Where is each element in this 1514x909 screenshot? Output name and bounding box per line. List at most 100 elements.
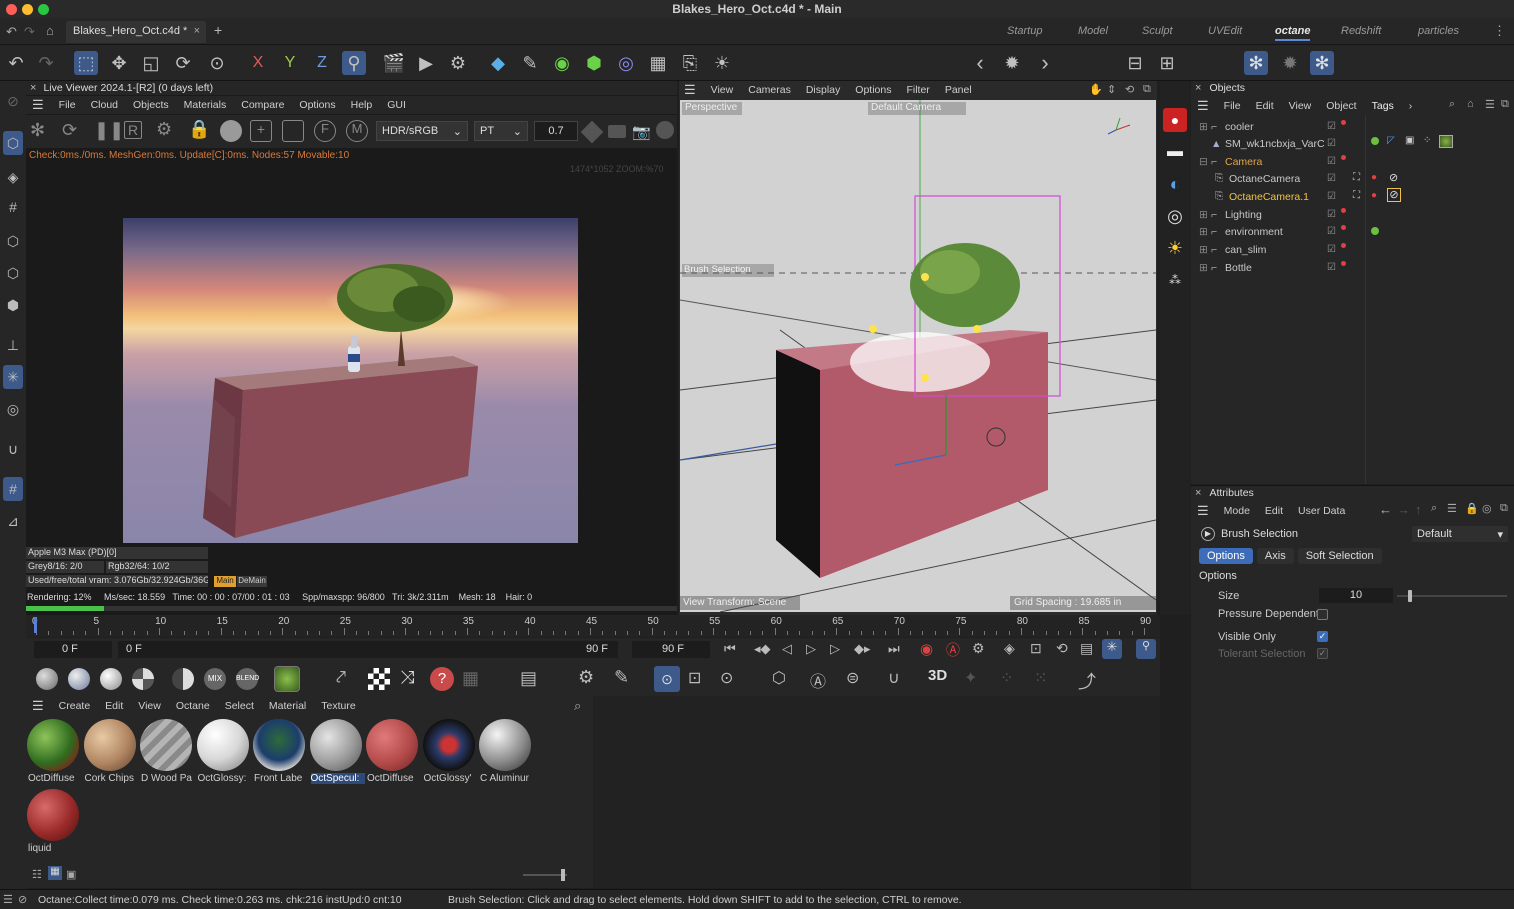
- back-arrow-icon[interactable]: ←: [1379, 502, 1392, 517]
- guide-icon[interactable]: ⊿: [3, 509, 23, 533]
- snap-midpoint-icon[interactable]: ⁙: [1034, 668, 1047, 688]
- obj-menu-tags[interactable]: Tags: [1372, 100, 1394, 112]
- undo-history-icon[interactable]: ↶: [6, 24, 17, 40]
- render-view-icon[interactable]: ▶: [414, 51, 438, 75]
- layout-tab-uvedit[interactable]: UVEdit: [1208, 25, 1242, 37]
- object-row[interactable]: ⊞ ⌐ Bottle: [1199, 259, 1252, 276]
- expand-icon[interactable]: ⊞: [1199, 262, 1211, 274]
- redo-icon[interactable]: ↷: [34, 51, 58, 75]
- enable-check-icon[interactable]: ☑: [1327, 138, 1336, 149]
- tag-octane-camera-icon[interactable]: ●: [1371, 190, 1377, 201]
- subdivision-icon[interactable]: ◉: [550, 51, 574, 75]
- material-label[interactable]: OctGlossy:: [198, 773, 252, 784]
- mat-menu-edit[interactable]: Edit: [105, 700, 123, 712]
- lock-icon[interactable]: 🔒: [188, 119, 210, 140]
- attr-tab-axis[interactable]: Axis: [1256, 548, 1294, 564]
- prev-icon[interactable]: ‹: [968, 50, 992, 75]
- object-row[interactable]: ⊞ ⌐ cooler: [1199, 118, 1254, 135]
- y-axis-icon[interactable]: Y: [278, 51, 302, 75]
- tag-selection-icon[interactable]: ⁘: [1423, 135, 1431, 146]
- octane-environment-icon[interactable]: ◐: [1163, 172, 1187, 196]
- model-mode-icon[interactable]: ⬡: [3, 131, 23, 155]
- expand-icon[interactable]: ⊞: [1199, 226, 1211, 238]
- layout-tab-redshift[interactable]: Redshift: [1341, 25, 1381, 37]
- export-icon[interactable]: ⤴: [1078, 668, 1096, 694]
- mat-menu-texture[interactable]: Texture: [321, 700, 355, 712]
- prev-key-icon[interactable]: ◂◆: [754, 641, 771, 657]
- mix-material-icon[interactable]: MIX: [204, 668, 226, 690]
- material-label[interactable]: liquid: [28, 843, 82, 854]
- layout-tab-particles[interactable]: particles: [1418, 25, 1459, 37]
- autokey-icon[interactable]: Ⓐ: [946, 640, 960, 660]
- enable-check-icon[interactable]: ☑: [1327, 262, 1336, 273]
- object-row[interactable]: ⊞ ⌐ can_slim: [1199, 241, 1266, 258]
- selection-mode-icon[interactable]: ⊙: [654, 666, 680, 692]
- target-icon[interactable]: ◎: [1482, 502, 1492, 515]
- magnet-icon[interactable]: ∪: [888, 668, 900, 688]
- status-menu-icon[interactable]: ☰: [3, 893, 13, 906]
- render-dot[interactable]: [1341, 261, 1346, 266]
- render-dot[interactable]: [1341, 155, 1346, 160]
- filter-icon[interactable]: ☰: [1485, 98, 1495, 111]
- tag-protect-icon[interactable]: ⊘: [1387, 188, 1401, 202]
- material-label[interactable]: OctSpecul:: [310, 773, 365, 784]
- search-icon[interactable]: ⌕: [1449, 98, 1455, 111]
- texture-mode-icon[interactable]: ◈: [3, 165, 23, 189]
- cube-icon[interactable]: ◆: [486, 51, 510, 75]
- vp-mode-label[interactable]: Perspective: [682, 102, 742, 115]
- axis-mode-icon[interactable]: ⊥: [3, 333, 23, 357]
- mat-menu-octane[interactable]: Octane: [176, 700, 210, 712]
- material-thumbnail[interactable]: [140, 719, 192, 771]
- new-window-icon[interactable]: ⧉: [1500, 502, 1508, 515]
- attr-tab-soft-selection[interactable]: Soft Selection: [1297, 548, 1382, 564]
- attr-tab-options[interactable]: Options: [1199, 548, 1253, 564]
- preset-select[interactable]: Default ▾: [1412, 526, 1508, 542]
- tag-uv-icon[interactable]: ◸: [1387, 135, 1395, 146]
- search-icon[interactable]: ⌕: [1431, 502, 1437, 515]
- viewport-menu-icon[interactable]: ☰: [684, 82, 696, 98]
- search-icon[interactable]: ⌕: [574, 698, 581, 714]
- snapshot-icon[interactable]: [608, 125, 626, 138]
- close-objects-icon[interactable]: ×: [1195, 82, 1201, 94]
- render-region-icon[interactable]: 🎬: [382, 51, 406, 75]
- attr-menu-userdata[interactable]: User Data: [1298, 505, 1345, 517]
- tolerant-checkbox[interactable]: ✓: [1317, 648, 1328, 659]
- vp-menu-display[interactable]: Display: [806, 84, 840, 96]
- specular-sphere-icon[interactable]: [100, 668, 122, 690]
- vp-menu-panel[interactable]: Panel: [945, 84, 972, 96]
- lv-settings-icon[interactable]: ⚙: [156, 119, 172, 140]
- close-window-button[interactable]: [6, 4, 17, 15]
- film-region-icon[interactable]: [282, 120, 304, 142]
- new-tab-icon[interactable]: +: [214, 22, 222, 38]
- node-editor-icon[interactable]: [274, 666, 300, 692]
- shuffle-icon[interactable]: ⤨: [400, 667, 414, 688]
- z-axis-icon[interactable]: Z: [310, 51, 334, 75]
- material-label[interactable]: C Aluminur: [480, 773, 534, 784]
- close-live-viewer-icon[interactable]: ×: [30, 82, 36, 94]
- minimize-window-button[interactable]: [22, 4, 33, 15]
- vp-menu-cameras[interactable]: Cameras: [748, 84, 791, 96]
- octane-settings-icon[interactable]: ✹: [1000, 51, 1024, 75]
- render-dot[interactable]: [1341, 120, 1346, 125]
- 3d-snap-icon[interactable]: 3D: [928, 667, 947, 684]
- new-window-icon[interactable]: ⧉: [1501, 98, 1509, 111]
- solo-icon[interactable]: ◎: [3, 397, 23, 421]
- tag-material-icon[interactable]: [1371, 137, 1379, 145]
- layout-tab-startup[interactable]: Startup: [1007, 25, 1042, 37]
- key-settings-icon[interactable]: ⚙: [972, 640, 985, 657]
- material-thumbnail[interactable]: [196, 719, 249, 771]
- layout-tab-octane[interactable]: octane: [1275, 25, 1311, 41]
- lv-demain-button[interactable]: DeMain: [237, 576, 267, 587]
- pause-render-icon[interactable]: ❚❚: [94, 120, 124, 141]
- snap-magnet-icon[interactable]: ∪: [3, 437, 23, 461]
- send-scene-icon[interactable]: ✻: [30, 120, 45, 141]
- glossy-sphere-icon[interactable]: [68, 668, 90, 690]
- polygons-mode-icon[interactable]: ⬢: [3, 293, 23, 317]
- material-label[interactable]: D Wood Pa: [141, 773, 195, 784]
- home-icon[interactable]: ⌂: [1467, 98, 1474, 110]
- tag-target-icon[interactable]: ⛶: [1353, 172, 1360, 183]
- timeline-ruler[interactable]: 051015202530354045505560657075808590: [26, 615, 1160, 637]
- undo-icon[interactable]: ↶: [4, 51, 28, 75]
- material-thumbnail[interactable]: [253, 719, 305, 771]
- panel-layout-icon[interactable]: ⊟: [1123, 51, 1147, 75]
